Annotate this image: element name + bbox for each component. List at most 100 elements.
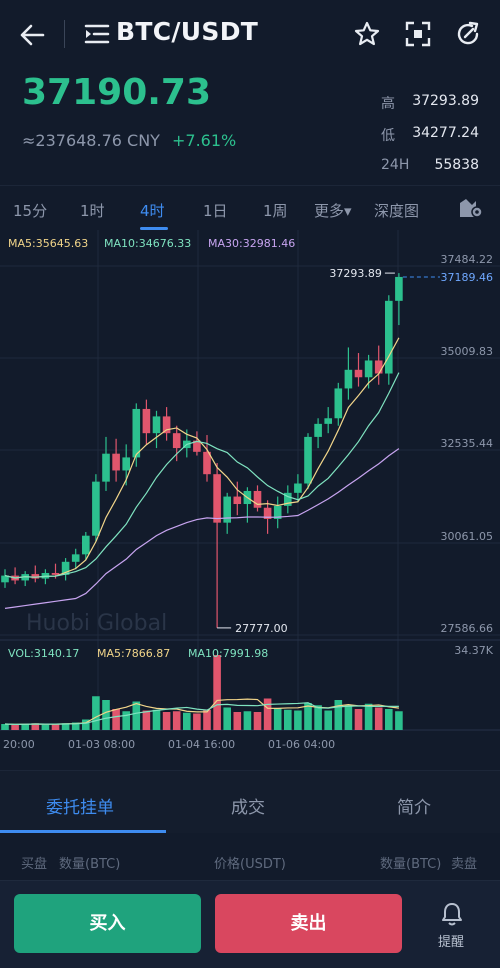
alert-button[interactable]: 提醒 (418, 894, 486, 953)
candle-body (344, 369, 353, 389)
active-tab-indicator (0, 830, 166, 833)
bell-icon (442, 903, 462, 926)
volume-bar (273, 708, 282, 730)
vol-max-label: 34.37K (454, 644, 493, 657)
volume-bar (344, 704, 353, 730)
candle-body (31, 574, 40, 579)
ma30-line (4, 448, 400, 609)
divider (64, 20, 65, 48)
candle-body (142, 408, 151, 434)
action-bar: 买入 卖出 提醒 (0, 880, 500, 968)
sell-button[interactable]: 卖出 (215, 894, 402, 953)
volume-bar (233, 712, 242, 730)
cny-value: ≈237648.76 CNY (22, 131, 160, 150)
volume-bar (172, 711, 181, 730)
volume-bar (374, 707, 383, 730)
volume-bar (253, 712, 262, 730)
candle-body (213, 474, 221, 523)
tab-1d[interactable]: 1日 (203, 200, 228, 221)
volume-bar (183, 712, 191, 730)
volume-bar (122, 711, 130, 730)
volume-bar (213, 655, 221, 730)
candle-body (304, 436, 312, 484)
y-tick-label: 32535.44 (441, 437, 494, 450)
volume-bar (263, 698, 272, 730)
candle-body (364, 360, 373, 378)
volume-bar (132, 701, 141, 730)
candle-body (385, 300, 393, 374)
candle-body (162, 416, 171, 434)
y-tick-label: 35009.83 (441, 345, 494, 358)
low-value: 34277.24 (412, 125, 479, 141)
candle-body (132, 408, 141, 458)
tab-more[interactable]: 更多▾ (314, 200, 352, 221)
alert-label: 提醒 (438, 935, 465, 950)
candle-body (172, 433, 181, 449)
tab-trades[interactable]: 成交 (231, 793, 265, 818)
pair-title[interactable]: BTC/USDT (116, 17, 258, 46)
scan-icon[interactable] (405, 21, 431, 47)
x-tick-label: 01-03 08:00 (68, 738, 135, 751)
top-bar: BTC/USDT (0, 0, 500, 70)
volume-bar (395, 711, 403, 730)
volume-bar (223, 707, 231, 730)
buy-side-label: 买盘 (21, 857, 48, 872)
sell-side-label: 卖盘 (451, 857, 478, 872)
volume-bar (92, 696, 100, 730)
chart-settings-icon[interactable] (458, 197, 484, 219)
refresh-icon[interactable] (455, 21, 481, 47)
star-icon[interactable] (354, 21, 380, 47)
volume-bar (142, 710, 151, 730)
low-annotation: 27777.00 (235, 622, 288, 635)
buy-button[interactable]: 买入 (14, 894, 201, 953)
volume-bar (203, 709, 211, 730)
volume-bar (102, 700, 110, 730)
y-tick-label: 27586.66 (441, 622, 494, 635)
change-percent: +7.61% (172, 131, 237, 150)
tab-orders[interactable]: 委托挂单 (46, 793, 114, 818)
tab-4h[interactable]: 4时 (140, 200, 165, 221)
tab-1w[interactable]: 1周 (263, 200, 288, 221)
candle-body (233, 496, 242, 505)
volume-bar (294, 710, 302, 730)
volume-bar (284, 709, 292, 730)
candle-body (152, 416, 161, 434)
volume-bar (162, 712, 171, 730)
volume-bar (314, 705, 322, 730)
y-tick-label: 30061.05 (441, 530, 494, 543)
vol-legend: VOL:3140.17 (8, 647, 80, 660)
candle-body (51, 572, 60, 575)
price-label: 价格(USDT) (214, 857, 286, 872)
volume-bar (11, 724, 19, 730)
high-annotation: 37293.89 (329, 267, 382, 280)
kline-chart[interactable]: 37484.22 35009.83 32535.44 30061.05 27586.66… (0, 230, 500, 768)
volume-value: 55838 (434, 157, 479, 173)
menu-list-icon[interactable] (84, 23, 110, 45)
volume-label: 24H (381, 157, 410, 173)
candle-body (82, 535, 90, 555)
volume-bar (51, 724, 60, 730)
volume-bar (1, 724, 9, 730)
candle-body (324, 418, 332, 424)
tab-15m[interactable]: 15分 (13, 200, 47, 221)
x-tick-label: 20:00 (3, 738, 35, 751)
candle-body (71, 554, 80, 562)
watermark: Huobi Global (26, 611, 167, 636)
candle-body (253, 490, 262, 508)
candle-body (102, 453, 110, 482)
buy-qty-label: 数量(BTC) (59, 857, 121, 872)
candle-body (334, 388, 343, 419)
tab-depth[interactable]: 深度图 (374, 200, 419, 221)
volume-bar (354, 709, 363, 730)
candle-body (294, 483, 302, 493)
volume-bar (112, 709, 120, 730)
orderbook-tabs: 委托挂单 成交 简介 (0, 770, 500, 833)
last-price-label: 37189.46 (441, 271, 494, 284)
tab-1h[interactable]: 1时 (80, 200, 105, 221)
interval-tabs: 15分 1时 4时 1日 1周 更多▾ 深度图 (0, 185, 500, 231)
candle-body (112, 453, 120, 471)
y-tick-label: 37484.22 (441, 253, 494, 266)
tab-intro[interactable]: 简介 (397, 793, 431, 818)
candle-body (122, 457, 130, 471)
back-arrow-icon[interactable] (18, 22, 46, 48)
